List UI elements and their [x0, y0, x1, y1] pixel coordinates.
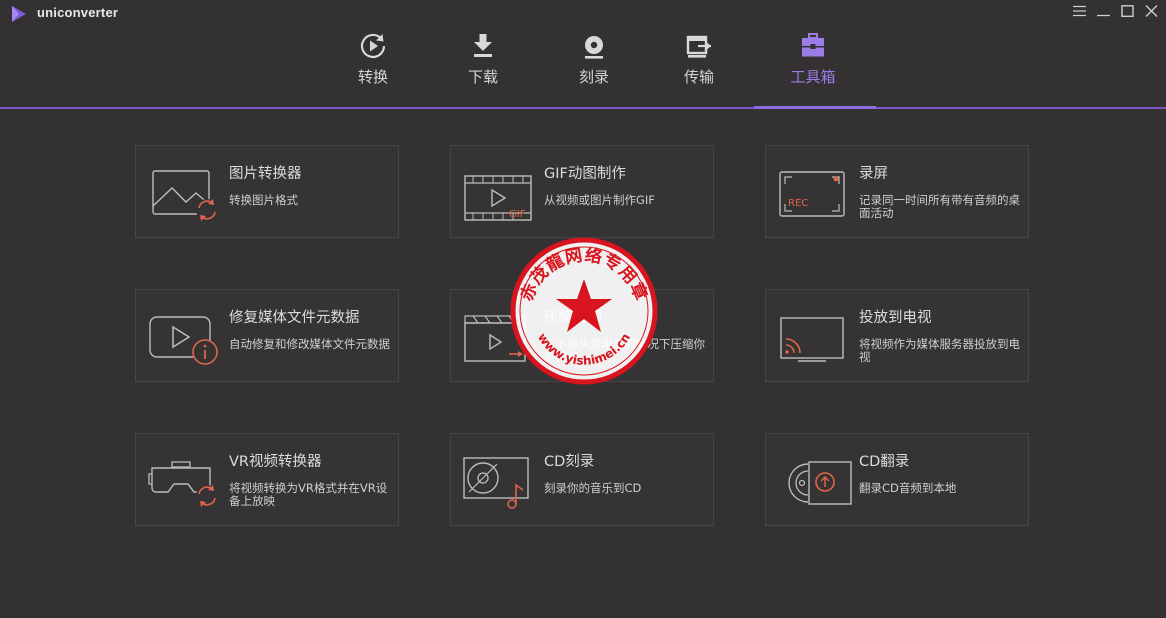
card-title: CD刻录 [544, 454, 595, 470]
tool-cd-burner[interactable]: CD刻录 刻录你的音乐到CD [450, 433, 714, 526]
tab-toolbox[interactable]: 工具箱 [763, 30, 863, 106]
card-desc: 刻录你的音乐到CD [544, 481, 642, 495]
app-title: uniconverter [37, 5, 119, 20]
minimize-icon [1096, 14, 1110, 17]
card-title: 投放到电视 [859, 310, 932, 326]
card-desc: 将视频转换为VR格式并在VR设备上放映 [229, 481, 388, 508]
tool-vr-converter[interactable]: VR视频转换器 将视频转换为VR格式并在VR设备上放映 [135, 433, 399, 526]
burn-disc-icon [585, 36, 603, 59]
image-convert-icon [152, 170, 218, 221]
maximize-icon [1120, 5, 1134, 17]
card-desc: 在不损失清晰度的情况下压缩你的视频 [544, 337, 705, 364]
card-desc: 记录同一时间所有带有音频的桌面活动 [859, 193, 1020, 220]
card-title: VR视频转换器 [229, 454, 322, 470]
close-icon [1145, 5, 1157, 17]
title-bar: uniconverter [0, 0, 1166, 28]
hamburger-icon [1072, 5, 1086, 17]
tab-burn[interactable]: 刻录 [544, 30, 644, 106]
window-controls [1072, 3, 1158, 19]
tool-cast-to-tv[interactable]: 投放到电视 将视频作为媒体服务器投放到电视 [765, 289, 1029, 382]
card-desc: 转换图片格式 [229, 193, 298, 207]
menu-button[interactable] [1072, 3, 1086, 19]
download-icon [474, 34, 492, 57]
card-desc: 将视频作为媒体服务器投放到电视 [859, 337, 1020, 364]
tab-transfer[interactable]: 传输 [649, 30, 749, 106]
tool-fix-metadata[interactable]: 修复媒体文件元数据 自动修复和修改媒体文件元数据 [135, 289, 399, 382]
tab-label: 刻录 [578, 68, 609, 86]
card-title: 修复媒体文件元数据 [229, 310, 360, 326]
card-desc: 自动修复和修改媒体文件元数据 [229, 337, 390, 351]
active-tab-indicator [754, 106, 876, 109]
card-title: GIF动图制作 [544, 166, 626, 182]
cd-burn-icon [463, 457, 529, 509]
close-button[interactable] [1144, 3, 1158, 19]
cd-rip-icon [788, 461, 852, 505]
card-desc: 翻录CD音频到本地 [859, 481, 957, 495]
screen-record-icon: REC [779, 171, 845, 217]
card-desc: 从视频或图片制作GIF [544, 193, 655, 207]
minimize-button[interactable] [1096, 3, 1110, 19]
card-title: 录屏 [859, 166, 888, 182]
tool-compress-video[interactable]: 压缩视频 在不损失清晰度的情况下压缩你的视频 [450, 289, 714, 382]
tab-convert[interactable]: 转换 [323, 30, 423, 106]
tool-cd-ripper[interactable]: CD翻录 翻录CD音频到本地 [765, 433, 1029, 526]
nav-divider [0, 107, 1166, 109]
card-title: 图片转换器 [229, 166, 302, 182]
tool-screen-recorder[interactable]: REC 录屏 记录同一时间所有带有音频的桌面活动 [765, 145, 1029, 238]
vr-convert-icon [148, 461, 218, 507]
cast-tv-icon [780, 317, 844, 362]
app-logo-icon [12, 6, 26, 22]
maximize-button[interactable] [1120, 3, 1134, 19]
rec-icon-text: REC [788, 198, 808, 209]
card-title: CD翻录 [859, 454, 910, 470]
tool-gif-maker[interactable]: GIF GIF动图制作 从视频或图片制作GIF [450, 145, 714, 238]
compress-video-icon [464, 315, 526, 362]
main-nav: 转换 下载 刻录 传输 工具箱 [0, 28, 1166, 110]
tab-label: 传输 [683, 68, 714, 86]
tab-label: 转换 [357, 68, 388, 86]
metadata-fix-icon [149, 316, 218, 365]
convert-icon [360, 33, 386, 59]
tab-label: 下载 [467, 68, 498, 86]
card-title: 压缩视频 [544, 310, 602, 326]
tab-label: 工具箱 [790, 68, 836, 86]
tab-download[interactable]: 下载 [433, 30, 533, 106]
transfer-icon [686, 35, 711, 58]
toolbox-icon [802, 33, 824, 57]
tool-image-converter[interactable]: 图片转换器 转换图片格式 [135, 145, 399, 238]
gif-icon-text: GIF [509, 209, 526, 220]
gif-maker-icon: GIF [464, 175, 532, 221]
